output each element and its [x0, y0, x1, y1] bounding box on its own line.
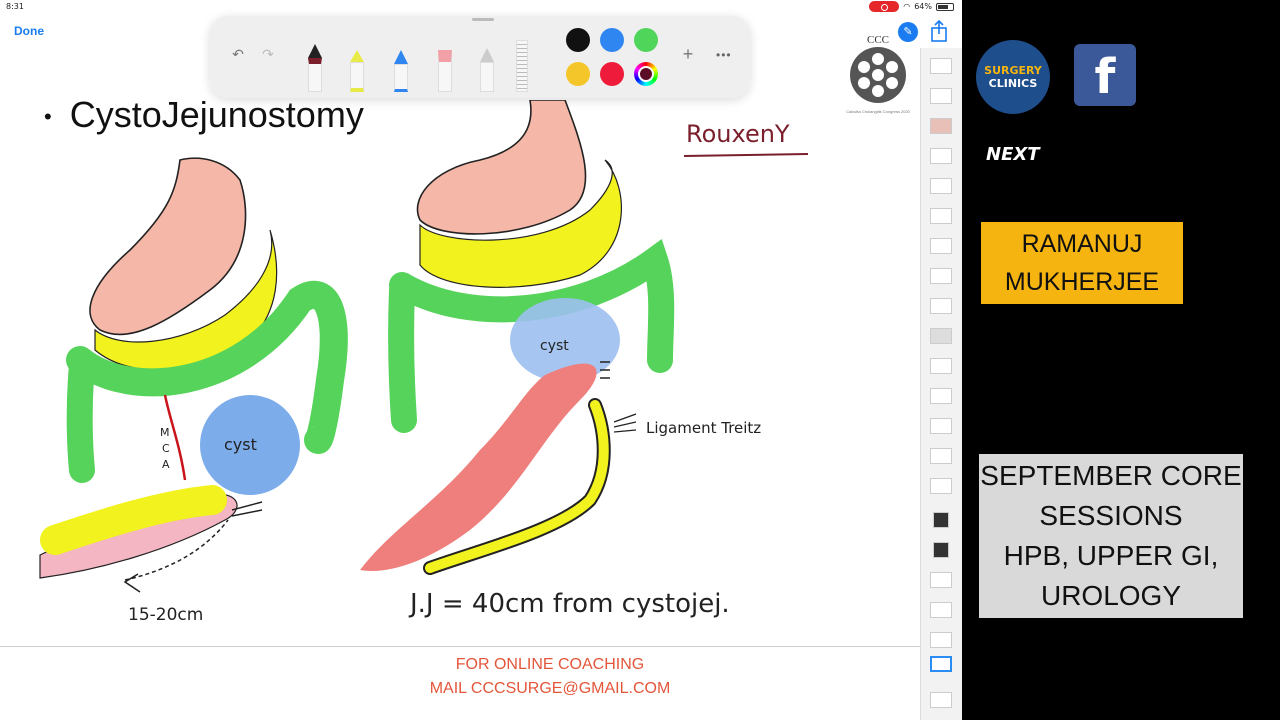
ccc-logo-text: CCC	[866, 34, 889, 46]
eraser-tool[interactable]	[438, 50, 452, 92]
ccc-logo-subtitle: Calcutta Cholangitis Congress 2020	[846, 109, 910, 114]
stomach-right	[416, 100, 587, 235]
branding-panel: SURGERY CLINICS f NEXT RAMANUJ MUKHERJEE…	[962, 0, 1280, 720]
presenter-last-name: MUKHERJEE	[1004, 268, 1160, 296]
left-illustration: cyst M C A 15-20cm	[39, 157, 348, 625]
presenter-name-box: RAMANUJ MUKHERJEE	[981, 222, 1183, 304]
status-time: 8:31	[6, 2, 24, 11]
status-bar: 8:31 ◠ 64%	[0, 0, 962, 14]
session-line-3: HPB, UPPER GI,	[1003, 540, 1219, 571]
page-thumbnail-selected[interactable]	[930, 656, 952, 672]
page-thumbnail[interactable]	[930, 572, 952, 588]
colon-right-descending	[388, 277, 417, 433]
slide-divider	[0, 646, 920, 647]
distance-label: 15-20cm	[128, 605, 203, 625]
page-thumbnail[interactable]	[930, 692, 952, 708]
footer-email-text: MAIL CCCSURGE@GMAIL.COM	[429, 680, 671, 697]
page-thumbnail[interactable]	[930, 418, 952, 434]
surgery-clinics-logo: SURGERY CLINICS	[976, 40, 1050, 114]
arrow-icon	[123, 573, 141, 593]
cyst-label-right: cyst	[540, 338, 569, 354]
page-thumbnail[interactable]	[930, 602, 952, 618]
battery-icon	[936, 2, 954, 11]
page-thumbnail[interactable]	[930, 478, 952, 494]
highlighter-tool[interactable]	[350, 50, 364, 92]
page-thumbnail[interactable]	[930, 268, 952, 284]
page-thumbnail[interactable]	[933, 542, 949, 558]
stomach-left	[89, 157, 247, 336]
colon-left-descending	[66, 352, 95, 483]
session-line-4: UROLOGY	[1040, 580, 1182, 611]
page-thumbnail[interactable]	[930, 208, 952, 224]
done-button[interactable]: Done	[14, 24, 44, 38]
surgery-logo-line1: SURGERY	[984, 64, 1042, 77]
mca-label-m: M	[160, 426, 170, 439]
color-swatch-green[interactable]	[634, 28, 658, 52]
redo-icon[interactable]: ↷	[260, 46, 276, 62]
toolbar-drag-handle[interactable]	[472, 18, 494, 21]
staple-line	[231, 509, 263, 517]
page-thumbnail[interactable]	[933, 512, 949, 528]
ruler-tool[interactable]	[516, 40, 528, 92]
roux-en-y-label: RouxenY	[686, 120, 790, 148]
mca-label-c: C	[162, 442, 170, 455]
page-thumbnail[interactable]	[930, 178, 952, 194]
page-thumbnail[interactable]	[930, 118, 952, 134]
page-thumbnail[interactable]	[930, 632, 952, 648]
color-swatch-red[interactable]	[600, 62, 624, 86]
cyst-label-left: cyst	[224, 435, 257, 454]
ligament-line	[613, 421, 637, 428]
page-thumbnail[interactable]	[930, 88, 952, 104]
page-thumbnail[interactable]	[930, 238, 952, 254]
screen-record-icon[interactable]	[869, 1, 900, 12]
pen-tool[interactable]	[308, 44, 322, 92]
ccc-emblem-icon	[850, 47, 906, 103]
ligament-label: Ligament Treitz	[646, 419, 761, 437]
share-icon[interactable]	[930, 20, 948, 42]
color-picker[interactable]	[634, 62, 658, 86]
surgery-logo-line2: CLINICS	[988, 77, 1038, 90]
ccc-logo: CCC Calcutta Cholangitis Congress 2020	[838, 34, 918, 114]
session-line-2: SESSIONS	[1039, 500, 1183, 531]
status-icons: ◠ 64%	[869, 1, 954, 12]
wifi-icon: ◠	[903, 2, 911, 11]
undo-icon[interactable]: ↶	[230, 46, 246, 62]
page-thumbnail[interactable]	[930, 328, 952, 344]
footer-coaching-text: FOR ONLINE COACHING	[455, 656, 645, 673]
session-info-box: SEPTEMBER CORE SESSIONS HPB, UPPER GI, U…	[979, 454, 1243, 618]
right-illustration: cyst Ligament Treitz J.J = 40cm from cys…	[360, 100, 761, 619]
page-thumbnail-strip[interactable]	[920, 48, 962, 720]
battery-percent: 64%	[914, 2, 932, 11]
page-thumbnail[interactable]	[930, 358, 952, 374]
page-thumbnail[interactable]	[930, 448, 952, 464]
plus-icon[interactable]: +	[680, 45, 696, 63]
lasso-tool[interactable]	[480, 48, 494, 92]
jj-distance-label: J.J = 40cm from cystojej.	[408, 589, 730, 619]
page-thumbnail[interactable]	[930, 388, 952, 404]
color-swatch-black[interactable]	[566, 28, 590, 52]
markup-toolbar: ↶ ↷ + •••	[210, 16, 750, 98]
mca-label-a: A	[162, 458, 170, 471]
color-swatch-blue[interactable]	[600, 28, 624, 52]
session-line-1: SEPTEMBER CORE	[980, 460, 1242, 491]
presenter-first-name: RAMANUJ	[1021, 230, 1143, 258]
facebook-icon: f	[1074, 44, 1136, 106]
ligament-line	[613, 413, 637, 423]
next-label: NEXT	[986, 144, 1040, 165]
page-thumbnail[interactable]	[930, 148, 952, 164]
page-thumbnail[interactable]	[930, 298, 952, 314]
color-picker-selected	[638, 66, 654, 82]
ligament-line	[613, 429, 637, 433]
ellipsis-icon[interactable]: •••	[716, 48, 732, 62]
pencil-tool[interactable]	[394, 50, 408, 92]
roux-underline	[683, 153, 809, 157]
page-thumbnail[interactable]	[930, 58, 952, 74]
surgical-sketch: cyst M C A 15-20cm cyst Ligament Treitz …	[39, 100, 809, 625]
ipad-screen: 8:31 ◠ 64% Done ✎ ↶ ↷ + ••• • CystoJejun…	[0, 0, 962, 720]
color-swatch-yellow[interactable]	[566, 62, 590, 86]
